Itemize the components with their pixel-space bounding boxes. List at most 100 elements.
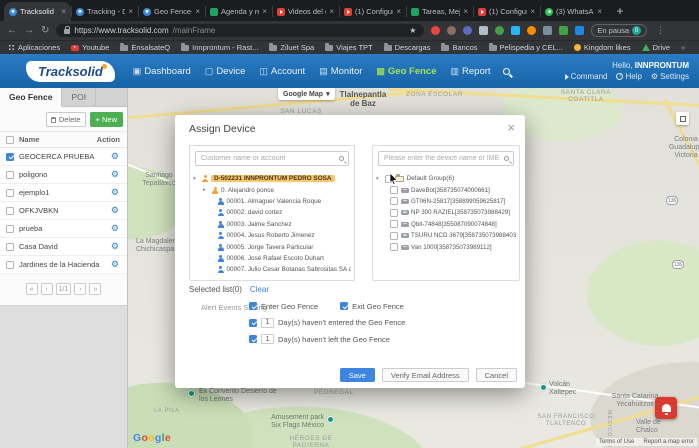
days-not-left-checkbox[interactable] [249, 335, 257, 343]
new-tab-button[interactable]: + [611, 2, 629, 20]
tab-agenda[interactable]: Agenda y regi× [205, 2, 272, 21]
device-checkbox[interactable] [390, 197, 398, 206]
tab-tracking[interactable]: Tracking - Dav× [71, 2, 138, 21]
enter-geofence-option[interactable]: Enter Geo Fence [249, 302, 318, 311]
bookmark-folder[interactable]: Ziluet Spa [269, 42, 314, 52]
customer-root[interactable]: ▾ D-502231 INNPRONTUM PEDRO SOSA [193, 173, 351, 184]
gear-icon[interactable]: ⚙ [111, 169, 119, 180]
customer-item[interactable]: 00006. José Rafael Escoto Duhart [193, 253, 351, 264]
new-fence-button[interactable]: + New [89, 112, 123, 127]
gear-icon[interactable]: ⚙ [111, 259, 119, 270]
row-checkbox[interactable] [6, 224, 14, 233]
map-pin-icon[interactable] [540, 384, 547, 391]
nav-monitor[interactable]: ▤ Monitor [319, 66, 362, 77]
customer-item[interactable]: 00005. Jorge Tavera Particular [193, 241, 351, 252]
settings-link[interactable]: ⚙ Settings [651, 71, 689, 82]
device-item[interactable]: Qbit-74848[355087090074848] [376, 219, 516, 230]
select-all-checkbox[interactable] [6, 135, 14, 144]
device-checkbox[interactable] [390, 220, 398, 229]
tab-tracksolid[interactable]: Tracksolid × [4, 2, 71, 21]
bookmark-drive[interactable]: Drive [641, 43, 670, 52]
extension-icon[interactable] [511, 26, 521, 35]
forward-icon[interactable]: → [24, 25, 34, 36]
command-link[interactable]: Command [564, 71, 607, 82]
alert-notification-button[interactable] [655, 397, 677, 419]
tab-close-icon[interactable]: × [463, 7, 468, 16]
map-pin-icon[interactable] [327, 416, 334, 423]
fence-row[interactable]: GEOCERCA PRUEBA ⚙ [0, 148, 127, 166]
fence-row[interactable]: poligono ⚙ [0, 166, 127, 184]
extension-icon[interactable] [463, 26, 473, 35]
tab-tareas[interactable]: Tareas, Mejor× [406, 2, 473, 21]
exit-geofence-checkbox[interactable] [340, 302, 349, 310]
extension-icon[interactable] [431, 26, 441, 35]
extension-icon[interactable] [575, 26, 585, 35]
tab-close-icon[interactable]: × [61, 7, 66, 16]
tab-close-icon[interactable]: × [195, 7, 200, 16]
row-checkbox[interactable] [6, 152, 14, 161]
tab-close-icon[interactable]: × [597, 7, 602, 16]
extension-icon[interactable] [495, 26, 505, 35]
device-item[interactable]: NP 300 RAZIEL[358735073988429] [376, 207, 516, 218]
nav-dashboard[interactable]: ▣ Dashboard [133, 66, 191, 77]
fence-row[interactable]: ejemplo1 ⚙ [0, 184, 127, 202]
device-checkbox[interactable] [390, 208, 398, 217]
help-link[interactable]: ? Help [616, 71, 642, 82]
row-checkbox[interactable] [6, 260, 14, 269]
gear-icon[interactable]: ⚙ [111, 223, 119, 234]
tab-geofence[interactable]: Geo Fence- Tr× [138, 2, 205, 21]
device-search[interactable] [378, 151, 514, 166]
nav-device[interactable]: ▢ Device [205, 66, 246, 77]
tab-configurac-2[interactable]: (1) Configurac× [473, 2, 540, 21]
tracksolid-logo[interactable]: Tracksolid [26, 60, 115, 82]
chevron-right-icon[interactable]: ▸ [203, 187, 209, 193]
enter-geofence-checkbox[interactable] [249, 302, 257, 310]
tab-geo-fence[interactable]: Geo Fence [0, 88, 63, 107]
nav-account[interactable]: ◫ Account [259, 66, 305, 77]
back-icon[interactable]: ← [7, 25, 17, 36]
prev-page-button[interactable]: ‹ [40, 283, 53, 295]
nav-report[interactable]: ▥ Report [451, 66, 491, 77]
row-checkbox[interactable] [6, 206, 14, 215]
chevron-down-icon[interactable]: ▾ [376, 176, 382, 182]
days-not-left-option[interactable]: Day(s) haven't left the Geo Fence [249, 334, 513, 344]
nav-geo-fence[interactable]: ▦ Geo Fence [376, 66, 436, 77]
device-checkbox[interactable] [390, 186, 398, 195]
extension-icon[interactable] [447, 26, 457, 35]
days-not-entered-checkbox[interactable] [249, 318, 257, 327]
gear-icon[interactable]: ⚙ [111, 205, 119, 216]
bookmark-folder[interactable]: Pelispedia y CEL... [488, 42, 563, 52]
customer-item[interactable]: 00001. Almaguer Valencia Roque [193, 196, 351, 207]
customer-item[interactable]: 00007. Julio Cesar Botanas Sabrositas SA… [193, 264, 351, 275]
first-page-button[interactable]: « [25, 283, 38, 295]
media-pause-control[interactable]: En pausa 0 [591, 24, 648, 37]
bookmark-folder[interactable]: Viajes TPT [325, 42, 373, 52]
bookmarks-overflow-icon[interactable]: » [681, 43, 685, 52]
last-page-button[interactable]: » [89, 283, 102, 295]
gear-icon[interactable]: ⚙ [111, 151, 119, 162]
device-item[interactable]: GT06N-25817[358899059625817] [376, 196, 516, 207]
days-not-entered-option[interactable]: Day(s) haven't entered the Geo Fence [249, 317, 513, 328]
days-not-entered-input[interactable] [261, 317, 274, 328]
alert-by-mail-option[interactable]: Alert by Mail [249, 351, 513, 352]
device-search-input[interactable] [379, 152, 513, 165]
reload-icon[interactable]: ↻ [41, 25, 49, 36]
customer-item[interactable]: 00002. david cortez [193, 207, 351, 218]
device-item[interactable]: TSURU NCD 3679[358735073988403] [376, 230, 516, 241]
customer-item[interactable]: 00003. Jaime Sanchez [193, 219, 351, 230]
bookmark-star-icon[interactable]: ★ [409, 26, 416, 35]
gear-icon[interactable]: ⚙ [111, 187, 119, 198]
fence-row[interactable]: Casa David ⚙ [0, 238, 127, 256]
map-type-selector[interactable]: Google Map ▾ [278, 88, 335, 100]
row-checkbox[interactable] [6, 242, 14, 251]
terms-link[interactable]: Terms of Use [599, 439, 634, 445]
tab-configurac-1[interactable]: (1) Configurac× [339, 2, 406, 21]
row-checkbox[interactable] [6, 188, 14, 197]
gear-icon[interactable]: ⚙ [111, 241, 119, 252]
extension-icon[interactable] [559, 26, 569, 35]
customer-search-input[interactable] [196, 152, 348, 165]
tab-close-icon[interactable]: × [329, 7, 334, 16]
address-bar[interactable]: https://www.tracksolid.com/mainFrame ★ [56, 24, 425, 37]
bookmark-folder[interactable]: Innprontum - Rast... [181, 42, 258, 52]
customer-item[interactable]: ▸ 0. Alejandro ponce [193, 184, 351, 195]
